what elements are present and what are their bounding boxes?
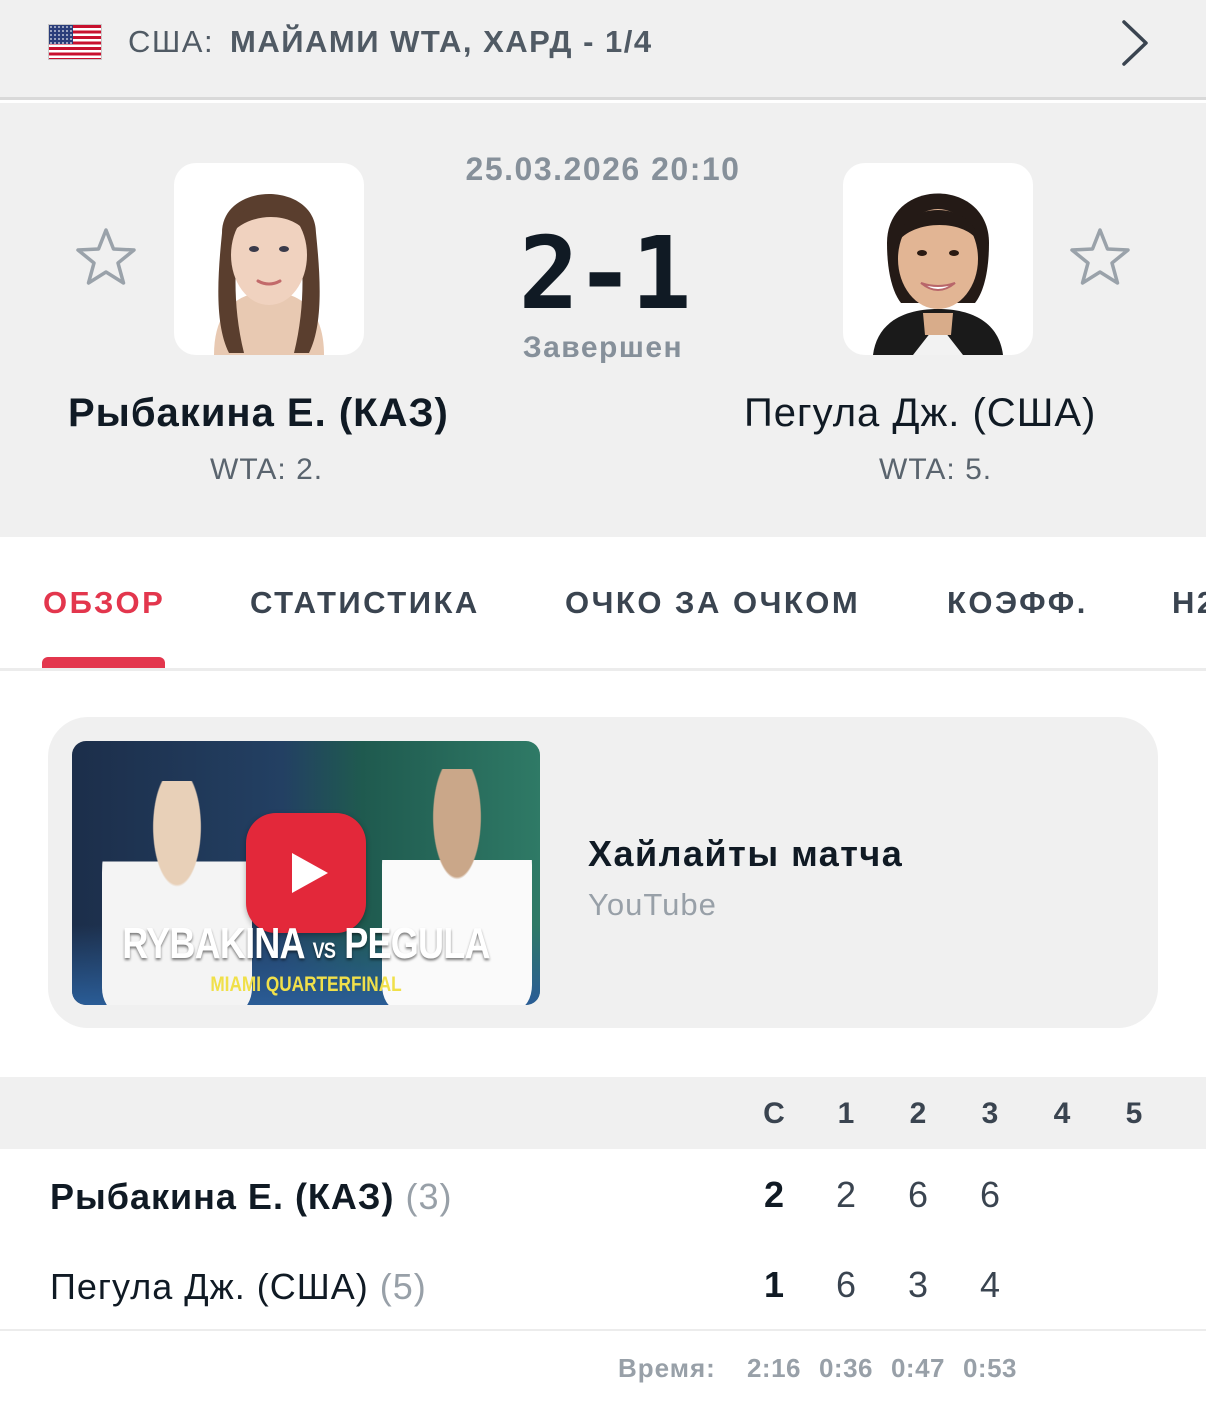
chevron-right-icon[interactable] [1118,18,1152,68]
thumbnail-player-right [382,769,532,1005]
active-tab-indicator [42,657,165,668]
duration-set-3: 0:53 [962,1353,1018,1383]
row-set-3-games: 4 [979,1264,1001,1305]
row-sets-won: 2 [763,1174,785,1215]
thumbnail-player-left [102,781,252,1005]
away-player-name[interactable]: Пегула Дж. (США) [744,391,1096,436]
tab-odds[interactable]: КОЭФФ. [947,585,1088,621]
header-sets: С [763,1097,785,1130]
header-set-3: 3 [981,1097,999,1130]
tournament-bar[interactable]: США: МАЙАМИ WTA, ХАРД - 1/4 [0,0,1206,100]
row-player-seed: (3) [405,1176,453,1217]
tab-point-by-point[interactable]: ОЧКО ЗА ОЧКОМ [565,585,860,621]
duration-set-1: 0:36 [818,1353,874,1383]
tab-bar: ОБЗОР СТАТИСТИКА ОЧКО ЗА ОЧКОМ КОЭФФ. H2… [0,537,1206,671]
row-player-seed: (5) [379,1266,427,1307]
duration-label: Время: [618,1353,716,1383]
home-player-name[interactable]: Рыбакина Е. (КАЗ) [68,391,449,436]
video-title[interactable]: Хайлайты матча [588,833,903,875]
tab-overview[interactable]: ОБЗОР [43,585,165,621]
row-sets-won: 1 [763,1264,785,1305]
row-set-2-games: 6 [907,1174,929,1215]
us-flag-icon [48,24,102,60]
row-set-2-games: 3 [907,1264,929,1305]
header-set-1: 1 [837,1097,855,1130]
away-player-photo[interactable] [843,163,1033,355]
video-source: YouTube [588,887,717,922]
duration-set-2: 0:47 [890,1353,946,1383]
video-thumbnail[interactable]: RYBAKINA VS PEGULA MIAMI QUARTERFINAL [72,741,540,1005]
row-set-1-games: 6 [835,1264,857,1305]
thumbnail-title: RYBAKINA VS PEGULA [122,919,490,968]
header-set-4: 4 [1053,1097,1071,1130]
highlights-card[interactable]: RYBAKINA VS PEGULA MIAMI QUARTERFINAL Ха… [48,717,1158,1028]
thumbnail-subtitle: MIAMI QUARTERFINAL [210,973,402,996]
tournament-country: США: [128,24,215,59]
row-set-1-games: 2 [835,1174,857,1215]
scoreboard-row-away[interactable]: Пегула Дж. (США) (5) 1 6 3 4 [0,1240,1206,1330]
scoreboard-header: С 1 2 3 4 5 [0,1077,1206,1149]
tournament-name: МАЙАМИ WTA, ХАРД - 1/4 [230,24,653,59]
play-icon[interactable] [246,813,366,933]
away-player-rank: WTA: 5. [879,453,993,486]
tab-h2h[interactable]: H2H [1172,585,1206,621]
header-set-5: 5 [1125,1097,1143,1130]
home-player-rank: WTA: 2. [210,453,324,486]
row-player-name: Рыбакина Е. (КАЗ) (3) [50,1176,453,1217]
header-set-2: 2 [909,1097,927,1130]
scoreboard-divider [0,1329,1206,1331]
match-header: 25.03.2026 20:10 2-1 Завершен Рыбакина Е… [0,103,1206,537]
duration-total: 2:16 [746,1353,802,1383]
tab-statistics[interactable]: СТАТИСТИКА [250,585,480,621]
favorite-away-star-icon[interactable] [1068,225,1132,289]
row-set-3-games: 6 [979,1174,1001,1215]
scoreboard-row-home[interactable]: Рыбакина Е. (КАЗ) (3) 2 2 6 6 [0,1150,1206,1240]
row-player-name: Пегула Дж. (США) (5) [50,1266,427,1307]
